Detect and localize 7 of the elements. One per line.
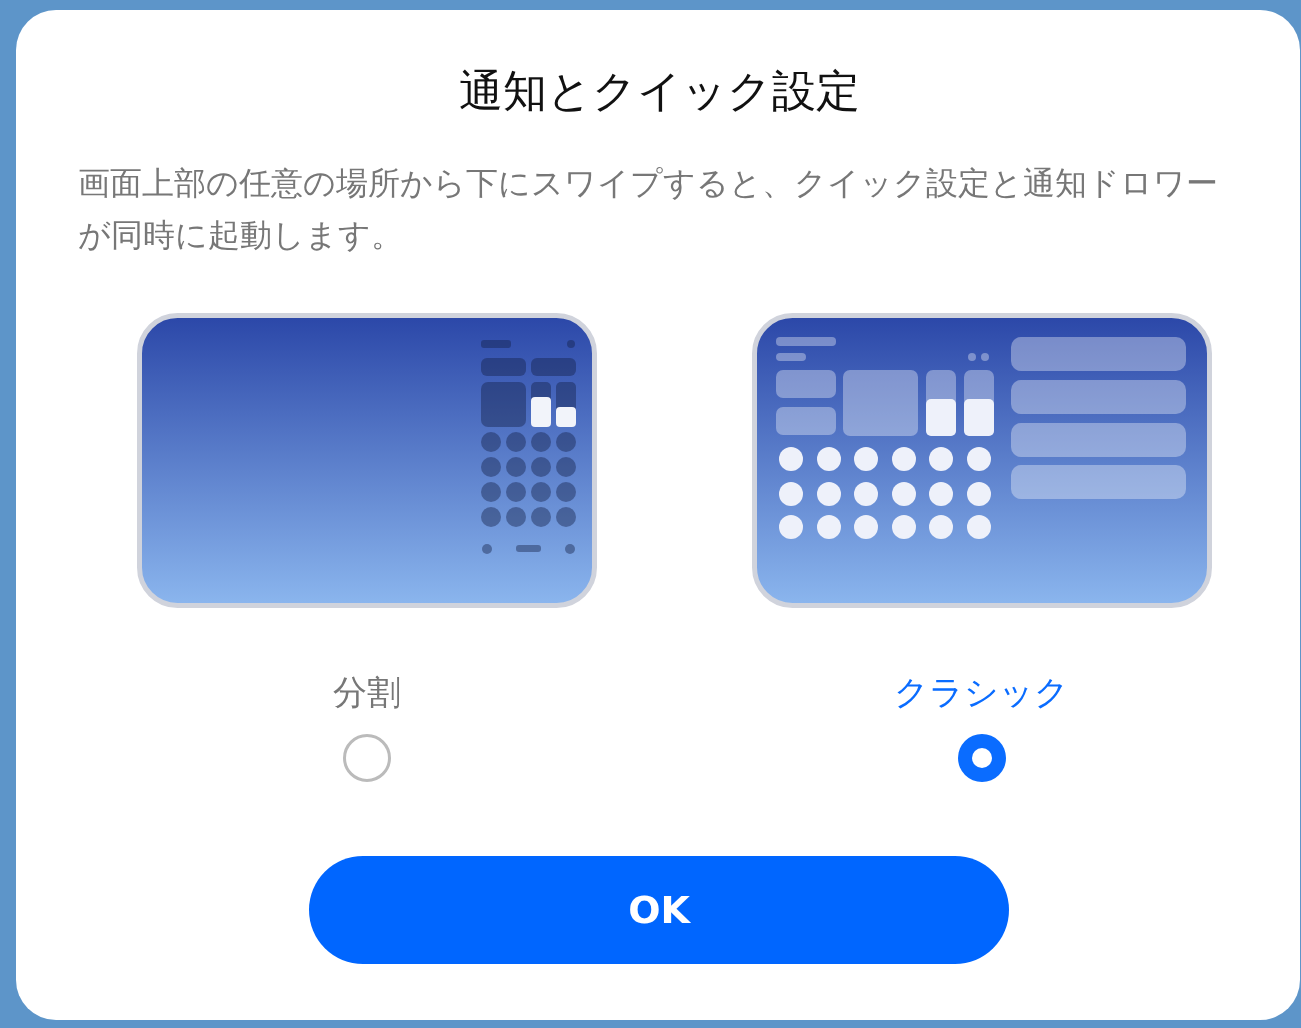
radio-button[interactable] [957,734,1006,782]
option-label[interactable]: クラシック [894,670,1069,716]
dialog-title: 通知とクイック設定 [457,64,861,118]
radio-button[interactable] [343,734,391,782]
ok-button[interactable]: OK [309,856,1009,964]
dialog-description: 画面上部の任意の場所から下にスワイプすると、クイック設定と通知ドロワーが同時に起動します。 [78,163,1219,256]
option-label[interactable]: 分割 [333,670,401,716]
